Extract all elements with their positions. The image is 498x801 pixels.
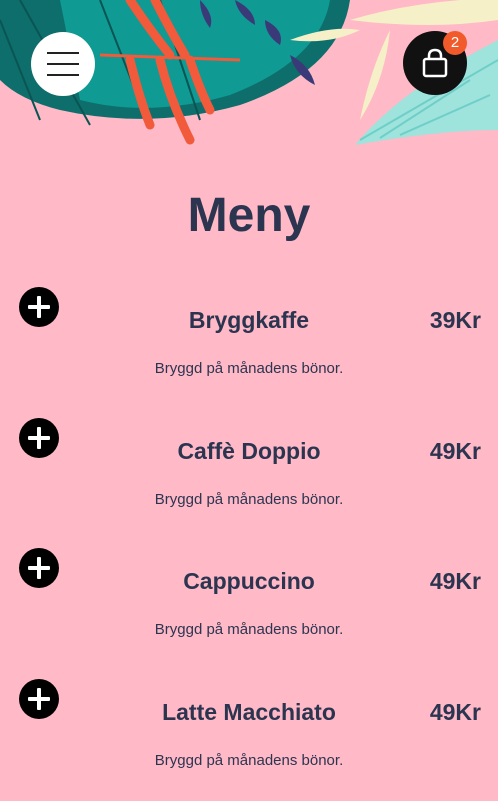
cart-count-badge: 2 (443, 31, 467, 55)
hamburger-icon-line (47, 52, 79, 54)
item-description: Bryggd på månadens bönor. (154, 360, 344, 377)
hamburger-icon-line (47, 74, 79, 76)
item-description: Bryggd på månadens bönor. (154, 752, 344, 769)
item-name: Cappuccino (183, 568, 315, 594)
item-name: Caffè Doppio (177, 438, 321, 464)
menu-item: Bryggkaffe 39Kr Bryggd på månadens bönor… (0, 287, 498, 397)
menu-item: Caffè Doppio 49Kr Bryggd på månadens bön… (0, 418, 498, 528)
item-description: Bryggd på månadens bönor. (154, 621, 344, 638)
item-name: Latte Macchiato (162, 699, 336, 725)
item-price: 49Kr (429, 568, 481, 594)
hamburger-menu-button[interactable] (31, 32, 95, 96)
hamburger-icon-line (47, 63, 79, 65)
item-price: 39Kr (429, 307, 481, 333)
shopping-bag-icon (422, 48, 448, 78)
page-title: Meny (187, 189, 311, 242)
item-description: Bryggd på månadens bönor. (154, 491, 344, 508)
item-price: 49Kr (429, 699, 481, 725)
menu-item: Cappuccino 49Kr Bryggd på månadens bönor… (0, 548, 498, 658)
item-name: Bryggkaffe (188, 307, 310, 333)
item-price: 49Kr (429, 438, 481, 464)
menu-item: Latte Macchiato 49Kr Bryggd på månadens … (0, 679, 498, 789)
